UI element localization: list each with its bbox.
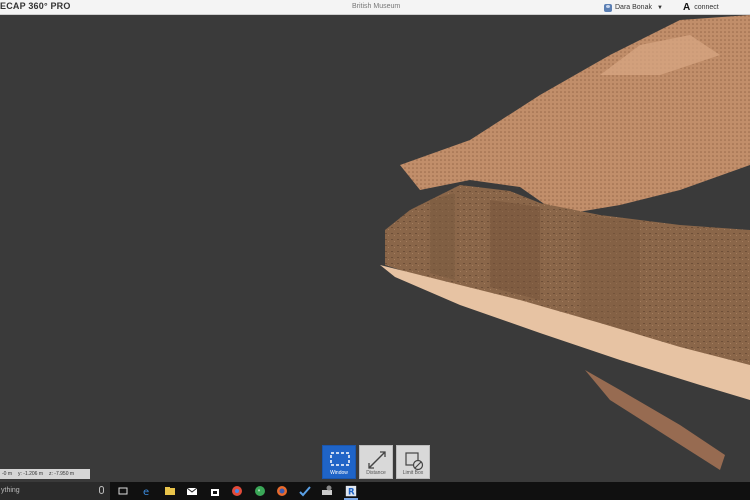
- taskbar-search-input[interactable]: ything: [0, 482, 110, 500]
- window-select-button[interactable]: Window: [322, 445, 356, 479]
- task-view-icon[interactable]: [117, 485, 129, 497]
- store-icon[interactable]: [209, 485, 221, 497]
- coordinate-readout: -0 m y: -1.206 m z: -7.950 m: [0, 469, 90, 479]
- firefox-icon[interactable]: [276, 485, 288, 497]
- microphone-icon[interactable]: [99, 486, 104, 494]
- distance-tool-button[interactable]: Distance: [359, 445, 393, 479]
- autodesk-logo-icon: A: [683, 2, 691, 13]
- selection-window-icon: [330, 452, 350, 466]
- coord-z: z: -7.950 m: [49, 471, 75, 477]
- point-cloud-scene: [380, 15, 750, 470]
- app-title: ECAP 360° PRO: [0, 1, 71, 11]
- connect-menu[interactable]: A connect: [683, 1, 719, 14]
- network-icon[interactable]: [321, 485, 333, 497]
- file-explorer-icon[interactable]: [164, 485, 176, 497]
- coord-x: -0 m: [2, 471, 12, 477]
- limit-box-icon: [405, 452, 424, 470]
- visual-studio-icon[interactable]: [299, 485, 311, 497]
- phone-icon[interactable]: ": [254, 485, 266, 497]
- edge-browser-icon[interactable]: e: [141, 485, 153, 497]
- user-name: Dara Bonak: [615, 4, 652, 11]
- chrome-icon[interactable]: [231, 485, 243, 497]
- distance-measure-icon: [368, 451, 386, 469]
- tool-label-window: Window: [330, 470, 348, 476]
- tool-palette: Window Distance Limit Box: [322, 445, 430, 479]
- user-icon: [604, 3, 612, 12]
- connect-label: connect: [694, 4, 719, 11]
- limit-box-button[interactable]: Limit Box: [396, 445, 430, 479]
- user-menu[interactable]: Dara Bonak ▼: [604, 2, 663, 13]
- chevron-down-icon: ▼: [656, 4, 663, 11]
- title-bar: ECAP 360° PRO British Museum Dara Bonak …: [0, 0, 750, 15]
- tool-label-limit-box: Limit Box: [402, 470, 424, 476]
- mail-icon[interactable]: [186, 485, 198, 497]
- search-placeholder: ything: [1, 487, 20, 494]
- svg-text:R: R: [348, 488, 355, 498]
- project-name[interactable]: British Museum: [352, 3, 400, 10]
- svg-text:": ": [258, 489, 261, 496]
- recap-app-icon[interactable]: R: [344, 485, 358, 500]
- tool-label-distance: Distance: [366, 470, 386, 476]
- point-cloud-viewport[interactable]: [0, 15, 750, 482]
- svg-text:e: e: [143, 487, 149, 497]
- coord-y: y: -1.206 m: [18, 471, 44, 477]
- windows-taskbar: ything e " R: [0, 482, 750, 500]
